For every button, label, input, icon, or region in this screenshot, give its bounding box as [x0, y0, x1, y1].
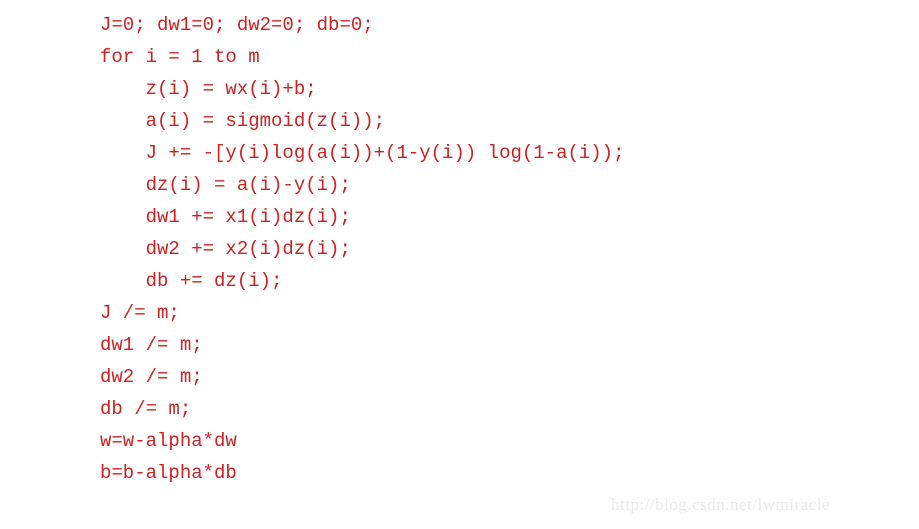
- code-line: b=b-alpha*db: [100, 462, 237, 484]
- code-line: db /= m;: [100, 398, 192, 420]
- code-line: dw1 += x1(i)dz(i);: [100, 206, 351, 228]
- code-line: dz(i) = a(i)-y(i);: [100, 174, 351, 196]
- code-line: J /= m;: [100, 302, 180, 324]
- code-line: J=0; dw1=0; dw2=0; db=0;: [100, 14, 374, 36]
- code-block: J=0; dw1=0; dw2=0; db=0; for i = 1 to m z…: [100, 9, 625, 489]
- code-line: dw1 /= m;: [100, 334, 203, 356]
- code-line: for i = 1 to m: [100, 46, 260, 68]
- code-line: a(i) = sigmoid(z(i));: [100, 110, 386, 132]
- watermark-text: http://blog.csdn.net/lwmiracle: [611, 495, 830, 514]
- code-snippet-page: J=0; dw1=0; dw2=0; db=0; for i = 1 to m z…: [0, 0, 919, 529]
- code-line: db += dz(i);: [100, 270, 283, 292]
- code-line: dw2 /= m;: [100, 366, 203, 388]
- code-line: J += -[y(i)log(a(i))+(1-y(i)) log(1-a(i)…: [100, 142, 625, 164]
- code-line: dw2 += x2(i)dz(i);: [100, 238, 351, 260]
- code-line: z(i) = wx(i)+b;: [100, 78, 317, 100]
- code-line: w=w-alpha*dw: [100, 430, 237, 452]
